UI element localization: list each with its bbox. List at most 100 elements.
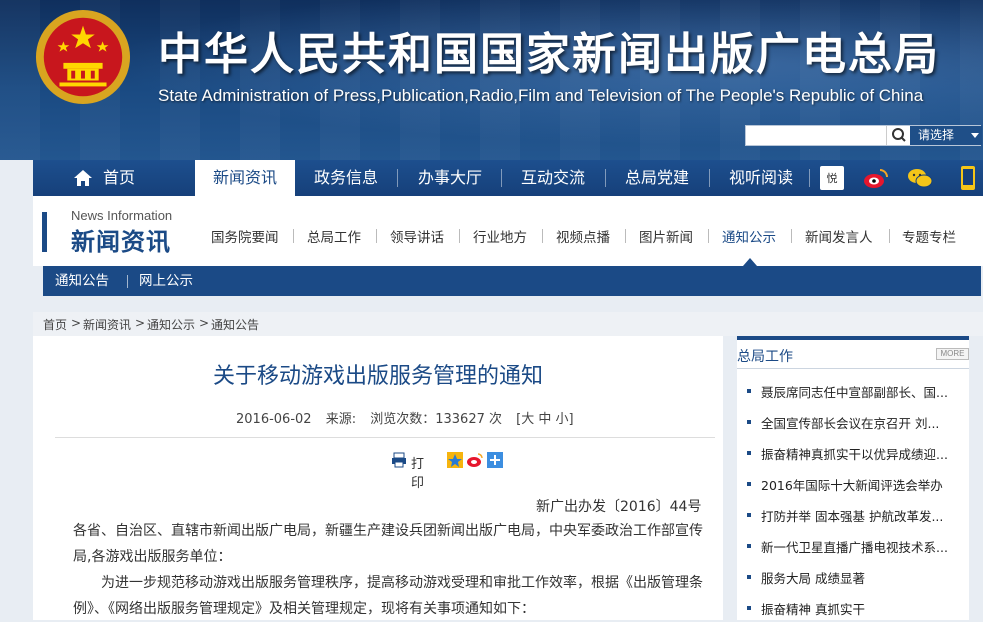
bullet-icon xyxy=(747,451,751,455)
qzone-share-icon[interactable] xyxy=(447,452,463,468)
list-item[interactable]: 聂辰席同志任中宣部副部长、国... xyxy=(737,381,969,401)
weibo-icon[interactable] xyxy=(863,165,889,191)
sidebar-accent-bar xyxy=(737,336,969,340)
sidebar-title: 总局工作 xyxy=(737,349,793,365)
subnav-item[interactable]: 视频点播 xyxy=(556,226,610,246)
subnav-item[interactable]: 行业地方 xyxy=(473,226,527,246)
breadcrumb-item[interactable]: 通知公示 xyxy=(147,316,195,333)
article-title: 关于移动游戏出版服务管理的通知 xyxy=(212,364,543,389)
national-emblem-icon xyxy=(35,9,131,105)
divider xyxy=(55,437,715,438)
subnav-item[interactable]: 国务院要闻 xyxy=(211,226,279,246)
subnav-divider xyxy=(708,229,709,243)
breadcrumb-item[interactable]: 新闻资讯 xyxy=(83,316,131,333)
subnav-divider xyxy=(293,229,294,243)
subbar-item[interactable]: 网上公示 xyxy=(139,266,193,296)
nav-divider xyxy=(709,169,710,187)
list-item-text: 打防并举 固本强基 护航改革发... xyxy=(761,509,944,524)
document-number: 新广出办发〔2016〕44号 xyxy=(536,499,702,515)
bullet-icon xyxy=(747,513,751,517)
subnav-divider xyxy=(889,229,890,243)
bullet-icon xyxy=(747,482,751,486)
section-accent-bar xyxy=(42,212,47,252)
nav-divider xyxy=(605,169,606,187)
subnav-item[interactable]: 领导讲话 xyxy=(390,226,444,246)
nav-label-media: 视听阅读 xyxy=(728,168,793,187)
nav-item-interaction[interactable]: 互动交流 xyxy=(507,160,599,196)
printer-icon[interactable] xyxy=(391,452,407,468)
breadcrumb-item: 通知公告 xyxy=(211,318,260,332)
subnav-divider xyxy=(376,229,377,243)
header-banner: 中华人民共和国国家新闻出版广电总局 State Administration o… xyxy=(0,0,983,160)
subnav-divider xyxy=(459,229,460,243)
breadcrumb-separator: > xyxy=(71,316,82,330)
subnav-item[interactable]: 图片新闻 xyxy=(639,226,693,246)
search-input[interactable] xyxy=(746,126,884,145)
article-source-label: 来源: xyxy=(325,412,357,427)
nav-item-services[interactable]: 办事大厅 xyxy=(405,160,495,196)
bullet-icon xyxy=(747,420,751,424)
section-title-cn: 新闻资讯 xyxy=(71,228,171,256)
nav-label-party: 总局党建 xyxy=(624,168,689,187)
nav-label-government: 政务信息 xyxy=(313,168,378,187)
bullet-icon xyxy=(747,575,751,579)
nav-item-media[interactable]: 视听阅读 xyxy=(715,160,807,196)
nav-divider xyxy=(397,169,398,187)
list-item[interactable]: 服务大局 成绩显著 xyxy=(737,567,969,587)
nav-label-interaction: 互动交流 xyxy=(520,168,585,187)
nav-divider xyxy=(501,169,502,187)
article-meta: 2016-06-02 来源: 浏览次数：133627 次 [大 中 小] xyxy=(236,408,584,427)
home-icon xyxy=(74,170,92,186)
subnav-item[interactable]: 专题专栏 xyxy=(902,226,956,246)
bullet-icon xyxy=(747,544,751,548)
more-button[interactable]: MORE xyxy=(936,348,969,360)
subnav-item[interactable]: 新闻发言人 xyxy=(805,226,873,246)
search-icon[interactable] xyxy=(886,126,910,145)
article-date: 2016-06-02 xyxy=(236,412,312,427)
sidebar: 总局工作 MORE 聂辰席同志任中宣部副部长、国... 全国宣传部长会议在京召开… xyxy=(737,336,969,620)
bullet-icon xyxy=(747,389,751,393)
more-share-icon[interactable] xyxy=(487,452,503,468)
svg-text:悦: 悦 xyxy=(827,171,838,185)
nav-item-home[interactable]: 首页 xyxy=(33,160,165,196)
subbar-item[interactable]: 通知公告 xyxy=(55,266,109,296)
list-item[interactable]: 振奋精神真抓实干以优异成绩迎... xyxy=(737,443,969,463)
chevron-down-icon xyxy=(971,133,979,138)
search-scope-select[interactable]: 请选择 xyxy=(910,126,982,145)
active-caret-icon xyxy=(743,258,757,266)
list-item[interactable]: 全国宣传部长会议在京召开 刘... xyxy=(737,412,969,432)
font-size-toggle[interactable]: [大 中 小] xyxy=(516,412,573,427)
nav-divider xyxy=(809,169,810,187)
subnav-divider xyxy=(791,229,792,243)
search-box: 请选择 xyxy=(745,125,982,146)
divider xyxy=(737,368,969,369)
list-item[interactable]: 打防并举 固本强基 护航改革发... xyxy=(737,505,969,525)
list-item-text: 服务大局 成绩显著 xyxy=(761,571,865,586)
nav-item-news[interactable]: 新闻资讯 xyxy=(195,160,295,196)
subnav-item-active[interactable]: 通知公示 xyxy=(722,226,776,246)
list-item-text: 振奋精神 真抓实干 xyxy=(761,602,865,617)
nav-label-services: 办事大厅 xyxy=(417,168,482,187)
list-item[interactable]: 振奋精神 真抓实干 xyxy=(737,598,969,618)
nav-label-home: 首页 xyxy=(103,168,136,187)
list-item[interactable]: 2016年国际十大新闻评选会举办 xyxy=(737,474,969,494)
breadcrumb-separator: > xyxy=(199,316,210,330)
article-paragraph: 为进一步规范移动游戏出版服务管理秩序，提高移动游戏受理和审批工作效率，根据《出版… xyxy=(73,575,703,617)
subnav-item[interactable]: 总局工作 xyxy=(307,226,361,246)
nav-item-party[interactable]: 总局党建 xyxy=(611,160,703,196)
wechat-icon[interactable] xyxy=(907,165,933,191)
weibo-share-icon[interactable] xyxy=(467,452,483,468)
yuedu-icon[interactable]: 悦 xyxy=(819,165,845,191)
list-item-text: 聂辰席同志任中宣部副部长、国... xyxy=(761,385,948,400)
article-views: 浏览次数：133627 次 xyxy=(370,412,502,427)
list-item-text: 2016年国际十大新闻评选会举办 xyxy=(761,478,943,493)
subnav-divider xyxy=(625,229,626,243)
breadcrumb-item[interactable]: 首页 xyxy=(43,316,67,333)
print-label[interactable]: 打印 xyxy=(411,453,424,491)
nav-item-government[interactable]: 政务信息 xyxy=(303,160,389,196)
list-item-text: 新一代卫星直播广播电视技术系... xyxy=(761,540,948,555)
section-subbar: 通知公告 网上公示 xyxy=(43,266,981,296)
breadcrumb: 首页 > 新闻资讯 > 通知公示 > 通知公告 xyxy=(33,312,983,336)
list-item[interactable]: 新一代卫星直播广播电视技术系... xyxy=(737,536,969,556)
mobile-icon[interactable] xyxy=(955,165,981,191)
